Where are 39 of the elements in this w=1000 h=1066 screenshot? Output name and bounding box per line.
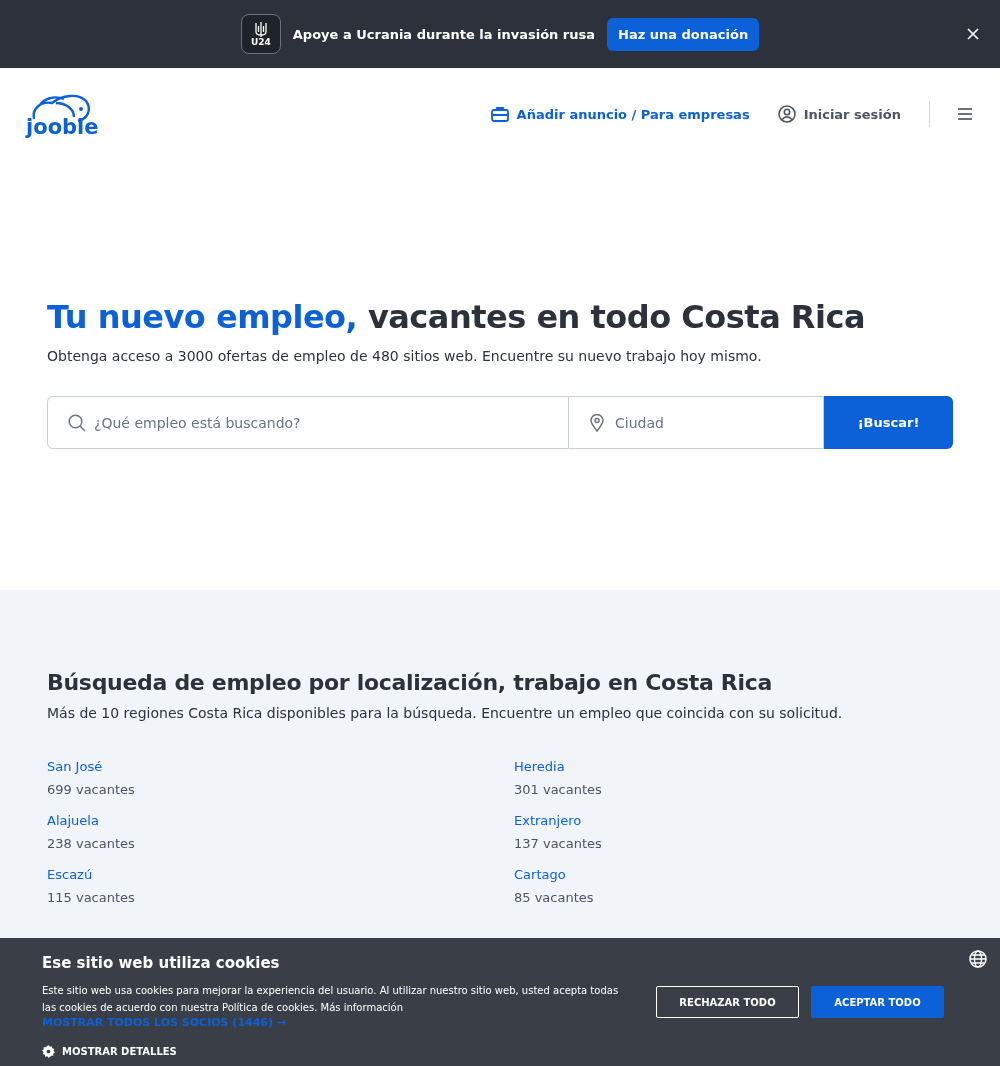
hero-subtitle: Obtenga acceso a 3000 ofertas de empleo de 480 sitios web. Encuentre su nuevo trabajo hoy mismo.: [47, 348, 763, 364]
trident-icon: [254, 21, 267, 38]
hero-title-highlight: Tu nuevo empleo,: [47, 298, 358, 336]
region-link[interactable]: San José: [47, 759, 514, 774]
globe-icon[interactable]: [969, 950, 987, 968]
badge-text: U24: [250, 37, 271, 47]
accept-all-button[interactable]: ACEPTAR TODO: [811, 986, 944, 1018]
menu-icon[interactable]: [958, 108, 972, 120]
region-link[interactable]: Escazú: [47, 867, 514, 882]
cookie-text: Este sitio web usa cookies para mejorar la experiencia del usuario. Al utilizar nuestro sitio web, usted acepta todas las cookies de acuerdo con nuestra Política de cookies. Más información: [42, 984, 620, 1015]
vacancy-count: 85 vacantes: [514, 890, 595, 905]
reject-all-button[interactable]: RECHAZAR TODO: [656, 986, 799, 1018]
logo-text: jooble: [26, 116, 99, 138]
user-icon: [777, 105, 796, 123]
regions-subtitle: Más de 10 regiones Costa Rica disponibles para la búsqueda. Encuentre un empleo que coincida con su solicitud.: [47, 705, 844, 721]
city-field[interactable]: Ciudad: [569, 396, 824, 449]
hero-title: vacantes en todo Costa Rica: [367, 298, 866, 336]
post-job-link[interactable]: Añadir anuncio / Para empresas: [490, 106, 750, 122]
gear-icon: [42, 1045, 55, 1058]
logo[interactable]: jooble: [26, 90, 99, 138]
briefcase-icon: [490, 106, 509, 122]
vacancy-count: 238 vacantes: [47, 836, 136, 851]
regions-title: Búsqueda de empleo por localización, trabajo en Costa Rica: [47, 670, 773, 695]
promo-message: Apoye a Ucrania durante la invasión rusa: [292, 26, 595, 42]
region-link[interactable]: Alajuela: [47, 813, 514, 828]
vacancy-count: 115 vacantes: [47, 890, 136, 905]
job-search-field[interactable]: ¿Qué empleo está buscando?: [47, 396, 569, 449]
region-link[interactable]: Cartago: [514, 867, 953, 882]
close-icon[interactable]: [967, 28, 979, 40]
vacancy-count: 301 vacantes: [514, 782, 603, 797]
region-link[interactable]: Heredia: [514, 759, 953, 774]
region-link[interactable]: Extranjero: [514, 813, 953, 828]
search-button[interactable]: ¡Buscar!: [824, 396, 953, 449]
vacancy-count: 699 vacantes: [47, 782, 136, 797]
login-link[interactable]: Iniciar sesión: [777, 105, 901, 123]
donate-button[interactable]: Haz una donación: [607, 17, 760, 51]
cookie-title: Ese sitio web utiliza cookies: [42, 954, 281, 972]
details-link[interactable]: MOSTRAR DETALLES: [42, 1045, 622, 1058]
vacancy-count: 137 vacantes: [514, 836, 603, 851]
